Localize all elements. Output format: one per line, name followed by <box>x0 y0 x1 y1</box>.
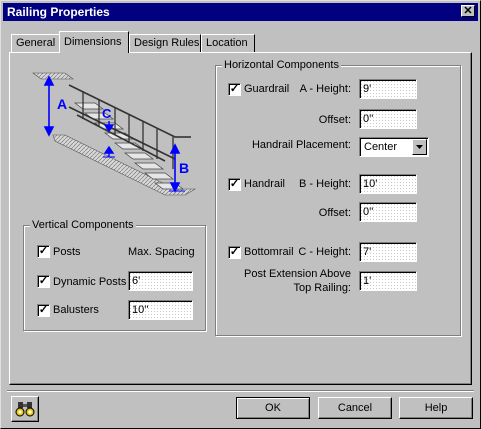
tab-design-rules[interactable]: Design Rules <box>129 34 201 52</box>
dimension-a-arrow <box>43 75 55 137</box>
tab-location[interactable]: Location <box>201 34 255 52</box>
post-extension-field[interactable]: 1' <box>359 271 417 291</box>
tab-dimensions[interactable]: Dimensions <box>59 31 129 53</box>
label-b: B <box>179 160 189 176</box>
stair-railing-diagram: A C B <box>32 72 197 196</box>
dynamic-posts-checkbox[interactable]: ✓ <box>37 275 50 288</box>
post-extension-label-line1: Post Extension Above <box>243 268 351 280</box>
bottomrail-label: Bottomrail <box>244 246 294 258</box>
railing-properties-dialog: Railing Properties ✕ General Dimensions … <box>0 0 481 429</box>
handrail-offset-field[interactable]: 0'' <box>359 202 417 222</box>
max-spacing-label: Max. Spacing <box>128 246 195 258</box>
binoculars-icon[interactable] <box>11 396 39 422</box>
handrail-placement-select[interactable]: Center <box>359 137 429 157</box>
dynamic-posts-spacing-field[interactable]: 6' <box>128 271 193 291</box>
bottomrail-checkbox[interactable]: ✓ <box>228 246 241 259</box>
balusters-label: Balusters <box>53 304 99 316</box>
posts-checkbox[interactable]: ✓ <box>37 245 50 258</box>
handrail-label: Handrail <box>244 178 285 190</box>
balusters-checkbox[interactable]: ✓ <box>37 304 50 317</box>
guardrail-height-label: A - Height: <box>299 83 351 95</box>
title-bar: Railing Properties ✕ <box>3 3 478 21</box>
guardrail-height-field[interactable]: 9' <box>359 79 417 99</box>
vertical-components-title: Vertical Components <box>30 218 136 232</box>
tab-general[interactable]: General <box>11 34 61 52</box>
bottomrail-height-field[interactable]: 7' <box>359 242 417 262</box>
handrail-height-field[interactable]: 10' <box>359 174 417 194</box>
dynamic-posts-label: Dynamic Posts <box>53 276 127 288</box>
handrail-placement-label: Handrail Placement: <box>251 139 351 151</box>
balusters-spacing-field[interactable]: 10'' <box>128 300 193 320</box>
ok-button[interactable]: OK <box>236 397 310 419</box>
guardrail-offset-label: Offset: <box>318 114 351 126</box>
handrail-height-label: B - Height: <box>299 178 351 190</box>
handrail-placement-value: Center <box>364 141 398 153</box>
guardrail-checkbox[interactable]: ✓ <box>228 83 241 96</box>
handrail-checkbox[interactable]: ✓ <box>228 178 241 191</box>
window-title: Railing Properties <box>7 5 110 19</box>
horizontal-components-group: Horizontal Components <box>215 58 461 336</box>
top-landing <box>32 72 74 80</box>
close-icon[interactable]: ✕ <box>461 5 475 17</box>
handrail-offset-label: Offset: <box>318 207 351 219</box>
guardrail-label: Guardrail <box>244 83 290 95</box>
help-button[interactable]: Help <box>399 397 473 419</box>
bottomrail-height-label: C - Height: <box>298 246 351 258</box>
horizontal-components-title: Horizontal Components <box>222 58 341 72</box>
footer-divider <box>7 390 474 392</box>
cancel-button[interactable]: Cancel <box>318 397 392 419</box>
posts-label: Posts <box>53 246 81 258</box>
post-extension-label-line2: Top Railing: <box>293 282 351 294</box>
guardrail-offset-field[interactable]: 0'' <box>359 109 417 129</box>
chevron-down-icon[interactable] <box>412 139 427 155</box>
label-a: A <box>57 96 67 112</box>
label-c: C <box>102 106 112 121</box>
